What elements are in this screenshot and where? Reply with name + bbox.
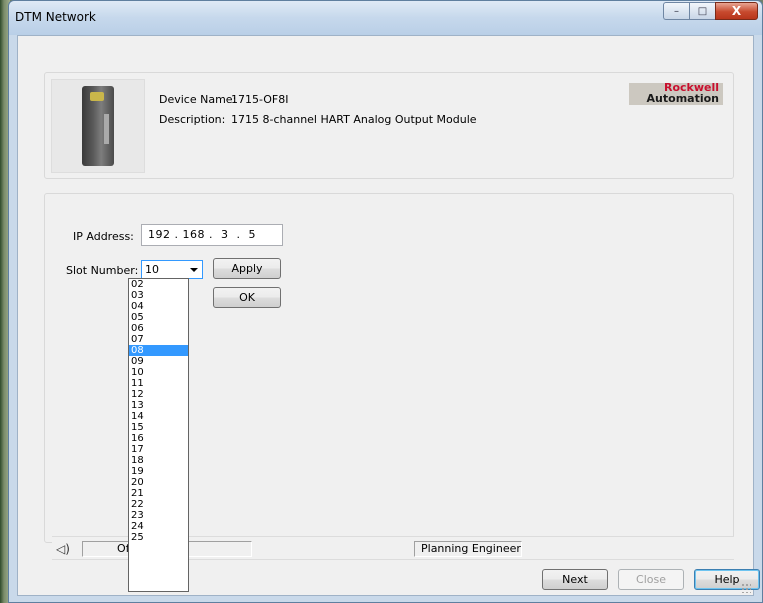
window-title: DTM Network: [15, 10, 96, 24]
slot-number-label: Slot Number:: [66, 264, 139, 277]
device-module-icon: [82, 86, 114, 166]
maximize-icon: □: [697, 5, 708, 17]
dtm-network-window: DTM Network – □ X Device Name: 1715-OF8I…: [8, 0, 763, 603]
slot-option[interactable]: 03: [129, 290, 188, 301]
ip-address-field[interactable]: 192 . 168 . 3 . 5: [141, 224, 283, 246]
slot-option[interactable]: 02: [129, 279, 188, 290]
slot-option[interactable]: 16: [129, 433, 188, 444]
chevron-down-icon[interactable]: [190, 268, 198, 272]
device-info-panel: Device Name: 1715-OF8I Description: 1715…: [44, 72, 734, 179]
apply-button[interactable]: Apply: [213, 258, 281, 279]
ok-button[interactable]: OK: [213, 287, 281, 308]
slot-option[interactable]: 11: [129, 378, 188, 389]
slot-option[interactable]: 08: [129, 345, 188, 356]
maximize-button[interactable]: □: [689, 2, 715, 20]
slot-number-select[interactable]: 10: [141, 260, 203, 279]
slot-option[interactable]: 12: [129, 389, 188, 400]
slot-option[interactable]: 18: [129, 455, 188, 466]
slot-option[interactable]: 09: [129, 356, 188, 367]
caption-buttons: – □ X: [663, 2, 758, 20]
device-name-label: Device Name:: [159, 93, 237, 106]
close-icon: X: [731, 4, 742, 18]
device-image: [51, 79, 145, 173]
slot-option[interactable]: 24: [129, 521, 188, 532]
slot-option[interactable]: 20: [129, 477, 188, 488]
user-role-status: Planning Engineer: [414, 541, 522, 557]
slot-option[interactable]: 25: [129, 532, 188, 543]
next-button[interactable]: Next: [542, 569, 608, 590]
speaker-icon: ◁): [56, 542, 70, 556]
close-window-button[interactable]: X: [715, 2, 758, 20]
slot-option[interactable]: 07: [129, 334, 188, 345]
slot-number-dropdown-list[interactable]: 02 03 04 05 06 07 08 09 10 11 12 13 14 15 16 17 18 19 20 21…: [128, 278, 189, 592]
slot-option[interactable]: 06: [129, 323, 188, 334]
slot-option[interactable]: 15: [129, 422, 188, 433]
slot-option[interactable]: 04: [129, 301, 188, 312]
device-name-value: 1715-OF8I: [231, 93, 289, 106]
slot-option[interactable]: 23: [129, 510, 188, 521]
slot-number-value: 10: [145, 263, 159, 276]
close-button[interactable]: Close: [618, 569, 684, 590]
title-bar[interactable]: DTM Network – □ X: [9, 1, 762, 35]
description-label: Description:: [159, 113, 226, 126]
slot-option[interactable]: 14: [129, 411, 188, 422]
minimize-icon: –: [674, 5, 679, 17]
slot-option[interactable]: 13: [129, 400, 188, 411]
slot-option[interactable]: 19: [129, 466, 188, 477]
slot-option[interactable]: 10: [129, 367, 188, 378]
logo-line2: Automation: [646, 92, 719, 105]
description-value: 1715 8-channel HART Analog Output Module: [231, 113, 477, 126]
minimize-button[interactable]: –: [663, 2, 689, 20]
slot-option[interactable]: 21: [129, 488, 188, 499]
ip-address-label: IP Address:: [73, 230, 134, 243]
rockwell-automation-logo: Rockwell Automation: [629, 82, 723, 105]
slot-option[interactable]: 05: [129, 312, 188, 323]
slot-option[interactable]: 22: [129, 499, 188, 510]
slot-option[interactable]: 17: [129, 444, 188, 455]
resize-grip[interactable]: [741, 583, 751, 593]
